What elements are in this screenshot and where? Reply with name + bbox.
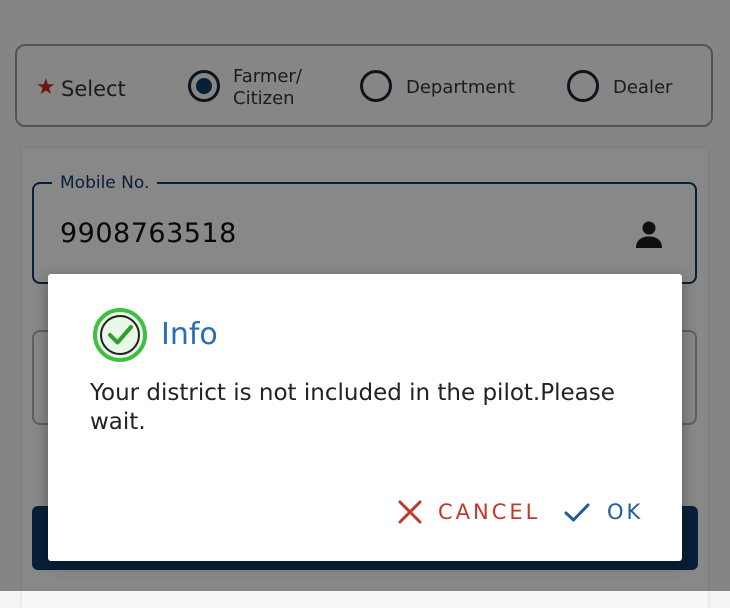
ok-button[interactable]: OK (563, 496, 643, 528)
cancel-button[interactable]: CANCEL (396, 496, 540, 528)
dialog-message: Your district is not included in the pil… (90, 380, 615, 435)
check-circle-icon (93, 308, 147, 362)
info-dialog: Info Your district is not included in th… (48, 274, 682, 561)
ok-button-label: OK (607, 500, 644, 524)
close-icon (398, 500, 422, 524)
dialog-title: Info (161, 317, 218, 352)
checkmark-icon (564, 503, 590, 522)
cancel-button-label: CANCEL (438, 500, 541, 524)
